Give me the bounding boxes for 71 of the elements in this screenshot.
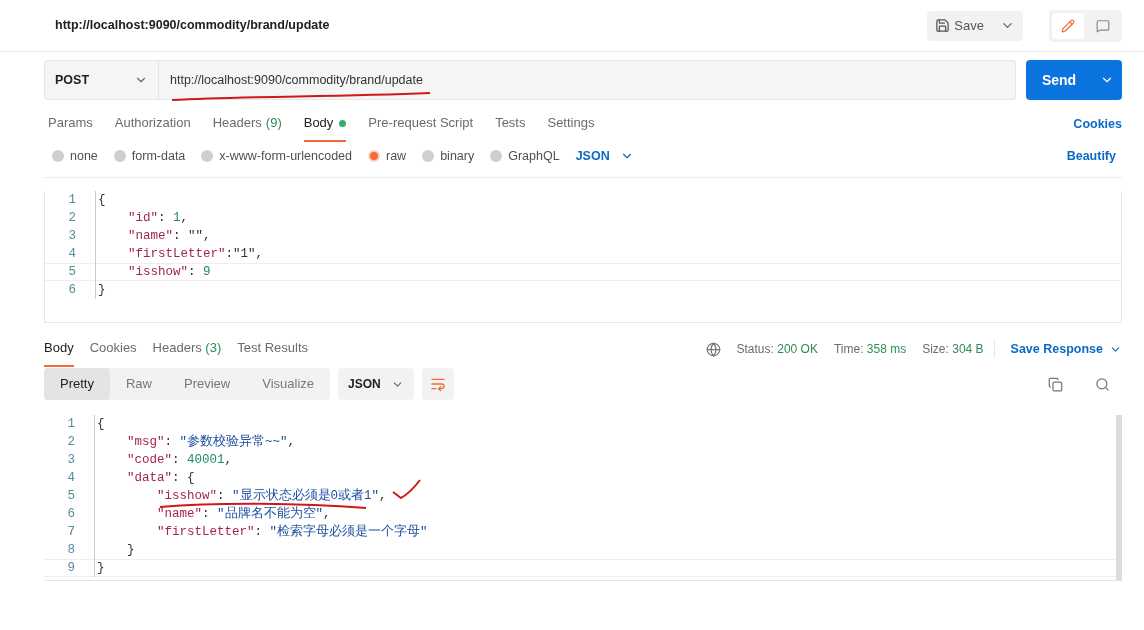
- response-tab[interactable]: Cookies: [89, 331, 137, 367]
- body-type-radio[interactable]: raw: [368, 146, 407, 166]
- line-number: 2: [66, 433, 76, 451]
- status-text: Status: 200 OK: [736, 341, 818, 358]
- code-line: "isshow": "显示状态必须是0或者1",: [94, 487, 387, 505]
- code-line: }: [95, 281, 106, 299]
- edit-button[interactable]: [1052, 12, 1084, 39]
- code-line: }: [94, 541, 135, 559]
- line-number: 6: [67, 281, 77, 299]
- wrap-button[interactable]: [421, 368, 454, 400]
- code-line: "id": 1,: [95, 209, 189, 227]
- checkmark-drawing: [392, 479, 421, 499]
- code-line: "isshow": 9: [95, 263, 211, 281]
- request-tab[interactable]: Params: [48, 106, 93, 142]
- request-tab[interactable]: Tests: [495, 106, 526, 142]
- code-line: "firstLetter": "检索字母必须是一个字母": [94, 523, 428, 541]
- view-tab[interactable]: Raw: [109, 368, 168, 400]
- body-type-radio[interactable]: x-www-form-urlencoded: [201, 146, 352, 166]
- response-tab[interactable]: Test Results: [237, 331, 309, 367]
- code-line: "name": "",: [95, 227, 211, 245]
- wrap-lines-icon: [429, 376, 446, 392]
- save-icon: [935, 18, 951, 33]
- view-tab[interactable]: Pretty: [44, 368, 110, 400]
- line-number: 4: [67, 245, 77, 263]
- code-line: "code": 40001,: [94, 451, 233, 469]
- code-line: }: [94, 559, 105, 577]
- view-tab[interactable]: Visualize: [246, 368, 331, 400]
- size-text: Size: 304 B: [922, 340, 995, 358]
- code-line: {: [95, 191, 106, 209]
- body-type-radio[interactable]: none: [52, 146, 98, 166]
- code-line: "name": "品牌名不能为空",: [94, 505, 331, 523]
- method-dropdown[interactable]: POST: [44, 60, 159, 100]
- beautify-link[interactable]: Beautify: [1066, 146, 1116, 166]
- line-number: 3: [66, 451, 76, 469]
- view-tab[interactable]: Preview: [168, 368, 247, 400]
- pencil-icon: [1061, 18, 1075, 33]
- url-field[interactable]: http://localhost:9090/commodity/brand/update: [159, 60, 1016, 100]
- request-tab[interactable]: Headers (9): [212, 106, 282, 142]
- request-tab[interactable]: Settings: [547, 106, 595, 142]
- comment-icon: [1096, 18, 1110, 33]
- line-number: 5: [66, 487, 76, 505]
- body-type-radio[interactable]: form-data: [113, 146, 186, 166]
- line-number: 1: [66, 415, 76, 433]
- code-line: "data": {: [94, 469, 195, 487]
- copy-icon[interactable]: [1048, 376, 1063, 392]
- request-tab[interactable]: Pre-request Script: [368, 106, 474, 142]
- format-dropdown[interactable]: JSON: [575, 146, 634, 166]
- request-tab[interactable]: Authorization: [114, 106, 191, 142]
- search-icon[interactable]: [1095, 376, 1110, 392]
- line-number: 4: [66, 469, 76, 487]
- line-number: 9: [66, 559, 76, 577]
- line-number: 8: [66, 541, 76, 559]
- time-text: Time: 358 ms: [833, 341, 907, 358]
- line-number: 3: [67, 227, 77, 245]
- line-number: 7: [66, 523, 76, 541]
- line-number: 6: [66, 505, 76, 523]
- save-response-button[interactable]: Save Response: [1010, 339, 1122, 359]
- body-type-radio[interactable]: GraphQL: [490, 146, 560, 166]
- code-line: "firstLetter":"1",: [95, 245, 264, 263]
- globe-icon[interactable]: [705, 341, 721, 357]
- code-line: "msg": "参数校验异常~~",: [94, 433, 296, 451]
- response-tab[interactable]: Headers (3): [152, 331, 222, 367]
- format-dropdown[interactable]: JSON: [338, 368, 414, 400]
- body-type-radio[interactable]: binary: [422, 146, 475, 166]
- request-title: http://localhost:9090/commodity/brand/update: [55, 17, 331, 35]
- line-number: 5: [67, 263, 77, 281]
- code-line: {: [94, 415, 105, 433]
- request-tab[interactable]: Body: [303, 106, 347, 142]
- line-number: 2: [67, 209, 77, 227]
- cookies-link[interactable]: Cookies: [1073, 114, 1122, 134]
- line-number: 1: [67, 191, 77, 209]
